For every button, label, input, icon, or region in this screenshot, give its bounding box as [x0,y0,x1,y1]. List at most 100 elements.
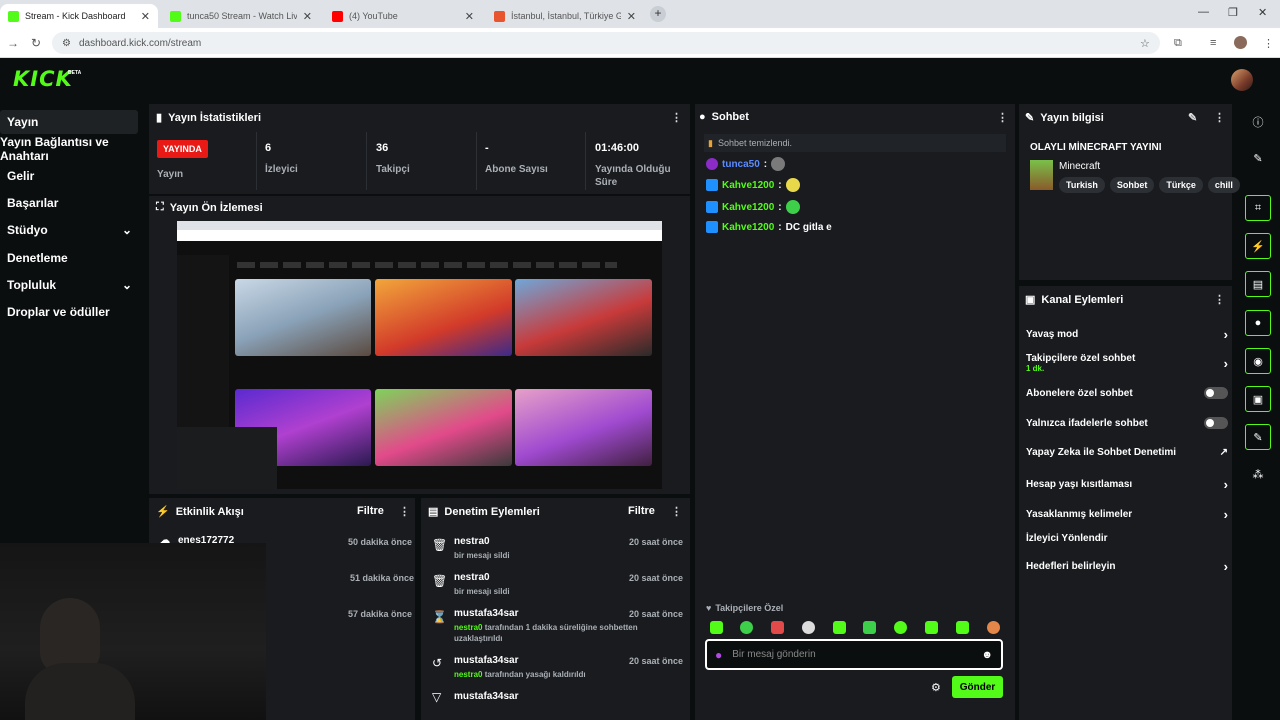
chat-username[interactable]: Kahve1200 [722,202,774,213]
emote-button[interactable] [833,621,846,634]
action-ai-moderation[interactable]: Yapay Zeka ile Sohbet Denetimi ↗ [1026,447,1228,458]
action-account-age[interactable]: Hesap yaşı kısıtlaması › [1026,477,1228,492]
browser-tab-1[interactable]: Stream - Kick Dashboard ✕ [0,4,158,28]
action-subscribers-only[interactable]: Abonelere özel sohbet [1026,387,1228,399]
emote-button[interactable] [925,621,938,634]
mod-user[interactable]: nestra0 [454,536,490,547]
user-avatar[interactable] [1231,69,1253,91]
emote-button[interactable] [894,621,907,634]
edit-pencil-icon[interactable]: ✎ [1188,111,1197,124]
action-goals[interactable]: Hedefleri belirleyin › [1026,559,1228,574]
action-slow-mode[interactable]: Yavaş mod › [1026,327,1228,342]
address-bar[interactable]: ⚙ dashboard.kick.com/stream [52,32,1160,54]
widgets-grid-icon[interactable]: ⁂ [1249,468,1267,481]
sidebar-item-gelir[interactable]: Gelir [0,164,138,188]
stream-preview-video[interactable] [177,221,662,489]
stream-info-widget-icon[interactable]: ✎ [1245,424,1271,450]
activity-menu-icon[interactable]: ⋮ [399,505,410,518]
microphone-icon[interactable]: ● [715,648,722,662]
action-followers-only[interactable]: Takipçilere özel sohbet 1 dk. › [1026,353,1228,373]
moderation-filter-button[interactable]: Filtre [628,505,655,517]
chat-menu-icon[interactable]: ⋮ [997,111,1008,124]
emote-button[interactable] [956,621,969,634]
close-icon[interactable]: ✕ [303,10,312,23]
chat-username[interactable]: tunca50 [722,159,760,170]
extensions-icon[interactable]: ⧉ [1174,37,1182,50]
mod-user[interactable]: mustafa34sar [454,655,518,666]
tag[interactable]: chill [1207,177,1240,193]
broadcast-widget-icon[interactable]: ◉ [1245,348,1271,374]
kick-logo[interactable]: KICK [13,67,73,91]
moderation-widget-icon[interactable]: ▤ [1245,271,1271,297]
mod-user[interactable]: mustafa34sar [454,608,518,619]
subscribers-only-toggle[interactable] [1204,387,1228,399]
browser-tab-4[interactable]: İstanbul, İstanbul, Türkiye Günlük ✕ [486,4,644,28]
emote-button[interactable] [863,621,876,634]
action-banned-words[interactable]: Yasaklanmış kelimeler › [1026,507,1228,522]
chevron-right-icon: › [1223,559,1228,574]
emote-button[interactable] [740,621,753,634]
close-icon[interactable]: ✕ [141,10,150,23]
channel-actions-widget-icon[interactable]: ▣ [1245,386,1271,412]
emote-only-toggle[interactable] [1204,417,1228,429]
channel-actions-menu-icon[interactable]: ⋮ [1214,293,1225,306]
activity-filter-button[interactable]: Filtre [357,505,384,517]
emote-button[interactable] [802,621,815,634]
sidebar-item-basarilar[interactable]: Başarılar [0,191,138,215]
chat-input[interactable] [732,649,972,660]
send-button[interactable]: Gönder [952,676,1003,698]
action-emote-only[interactable]: Yalnızca ifadelerle sohbet [1026,417,1228,429]
close-icon[interactable]: ✕ [465,10,474,23]
emote-button[interactable] [710,621,723,634]
mod-actor[interactable]: nestra0 [454,670,482,679]
tag[interactable]: Türkçe [1159,177,1203,193]
colon: : [778,179,782,191]
chat-widget-icon[interactable]: ● [1245,310,1271,336]
category-thumbnail[interactable] [1030,160,1053,190]
sidebar-item-stream-key[interactable]: Yayın Bağlantısı ve Anahtarı [0,135,148,163]
emoji-icon[interactable]: ☻ [981,649,993,661]
new-tab-button[interactable]: + [650,6,666,22]
sidebar-item-yayin[interactable]: Yayın [0,110,138,134]
reload-icon[interactable]: ↻ [31,36,41,50]
minimize-icon[interactable]: — [1198,6,1209,18]
moderation-menu-icon[interactable]: ⋮ [671,505,682,518]
emote-button[interactable] [771,621,784,634]
chat-username[interactable]: Kahve1200 [722,222,774,233]
info-icon[interactable]: ⓘ [1249,114,1267,130]
fullscreen-icon: ⛶ [156,201,164,213]
chat-settings-gear-icon[interactable]: ⚙ [931,681,941,694]
stats-widget-icon[interactable]: ⌗ [1245,195,1271,221]
panel-title: Denetim Eylemleri [444,505,540,518]
tag[interactable]: Turkish [1059,177,1105,193]
mod-actor[interactable]: nestra0 [454,623,482,632]
pencil-icon[interactable]: ✎ [1249,152,1267,165]
sidebar-item-droplar[interactable]: Droplar ve ödüller [0,300,138,324]
stream-info-menu-icon[interactable]: ⋮ [1214,111,1225,124]
action-raid[interactable]: İzleyici Yönlendir [1026,533,1228,544]
bookmark-star-icon[interactable]: ☆ [1140,37,1150,50]
tag[interactable]: Sohbet [1109,177,1155,193]
browser-tab-2[interactable]: tunca50 Stream - Watch Live on Kick ✕ [162,4,320,28]
back-icon[interactable]: → [7,36,19,50]
site-info-icon[interactable]: ⚙ [62,38,71,49]
sidebar-item-denetleme[interactable]: Denetleme [0,246,138,270]
browser-menu-icon[interactable]: ⋮ [1263,37,1274,50]
sidebar-item-studyo[interactable]: Stüdyo ⌄ [0,218,138,242]
stats-menu-icon[interactable]: ⋮ [671,111,682,124]
chat-input-box[interactable]: ● ☻ [705,639,1003,670]
chat-username[interactable]: Kahve1200 [722,180,774,191]
mod-user[interactable]: mustafa34sar [454,691,518,702]
emote-button[interactable] [987,621,1000,634]
activity-widget-icon[interactable]: ⚡ [1245,233,1271,259]
maximize-icon[interactable]: ❐ [1228,6,1238,19]
mod-user[interactable]: nestra0 [454,572,490,583]
profile-avatar[interactable] [1234,36,1247,49]
close-icon[interactable]: ✕ [627,10,636,23]
category-name[interactable]: Minecraft [1059,161,1100,172]
emote-icon [771,157,786,171]
reading-list-icon[interactable]: ≡ [1210,37,1216,49]
browser-tab-3[interactable]: (4) YouTube ✕ [324,4,482,28]
sidebar-item-topluluk[interactable]: Topluluk ⌄ [0,273,138,297]
close-window-icon[interactable]: ✕ [1258,6,1267,19]
